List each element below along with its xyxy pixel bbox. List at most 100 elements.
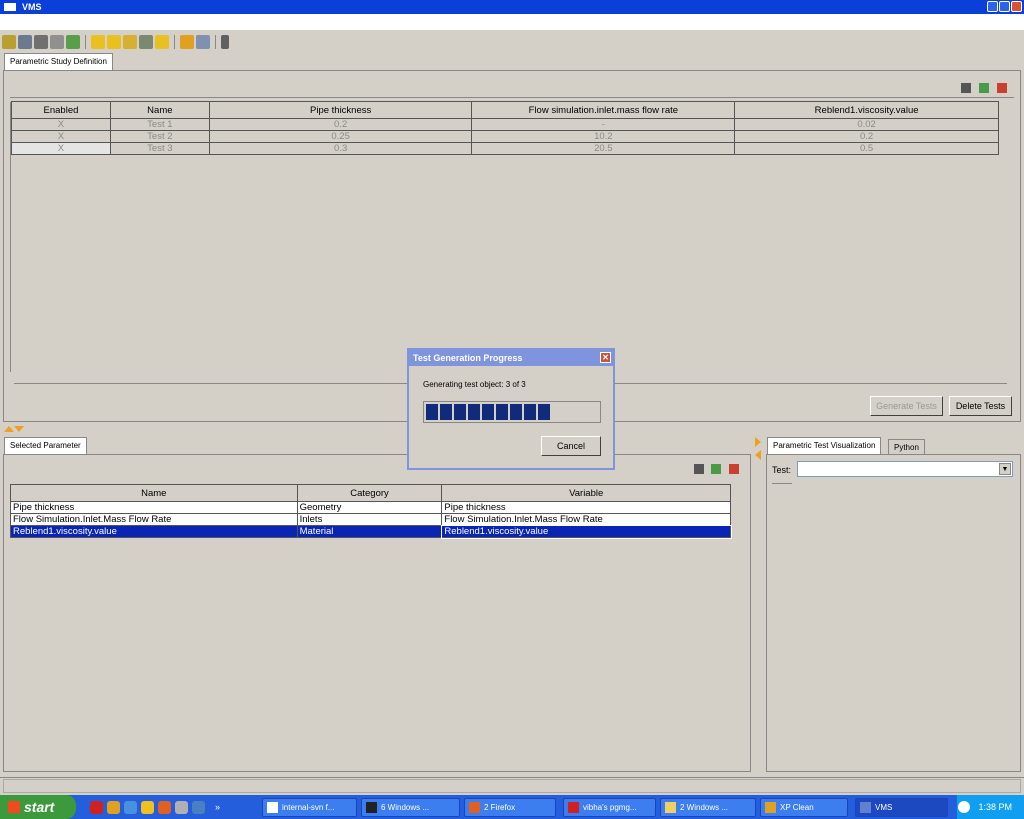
start-button[interactable]: start [0,795,76,819]
windows-logo-icon [8,801,20,813]
ie-icon[interactable] [124,800,137,814]
stop-icon[interactable] [221,35,229,49]
progress-segment [440,404,452,420]
table-cell[interactable]: Inlets [296,513,443,526]
expand-right-icon[interactable] [755,437,761,447]
column-header[interactable]: Reblend1.viscosity.value [734,101,999,119]
table-cell[interactable]: Flow Simulation.Inlet.Mass Flow Rate [441,513,731,526]
tab-selected-parameter[interactable]: Selected Parameter [4,437,87,455]
document-icon[interactable] [34,35,48,49]
folder-icon[interactable] [91,35,105,49]
progress-bar [423,401,601,423]
folder-add-icon[interactable] [123,35,137,49]
table-cell[interactable]: Pipe thickness [10,501,298,514]
table-cell[interactable]: Reblend1.viscosity.value [440,524,732,539]
folder-new-icon[interactable] [155,35,169,49]
table-cell[interactable]: Test 1 [109,118,210,131]
close-button[interactable] [1011,1,1022,12]
table-cell[interactable]: 0.3 [208,142,473,155]
python-icon[interactable] [192,800,205,814]
table-row[interactable]: Reblend1.viscosity.value Material Reblend1… [10,524,732,539]
table-cell[interactable]: 0.02 [734,118,999,131]
dialog-close-icon[interactable]: ✕ [600,352,611,363]
save-icon[interactable] [961,83,971,93]
firefox-icon[interactable] [158,800,171,814]
task-label: XP Clean [780,803,814,812]
tab-parametric-study-definition[interactable]: Parametric Study Definition [4,53,113,71]
table-cell[interactable]: X [11,130,111,143]
open-project-icon[interactable] [2,35,16,49]
task-vms[interactable]: VMS [855,798,948,817]
save-icon[interactable] [694,464,704,474]
table-row[interactable]: X Test 2 0.25 10.2 0.2 [11,130,999,143]
add-row-icon[interactable] [979,83,989,93]
jedit-icon[interactable] [107,800,120,814]
table-row[interactable]: Pipe thickness Geometry Pipe thickness [10,501,731,514]
column-header[interactable]: Name [109,101,210,119]
delete-tests-button[interactable]: Delete Tests [949,396,1012,416]
table-cell[interactable]: Test 2 [109,130,210,143]
chevron-down-icon[interactable]: ▼ [999,463,1011,475]
table-cell[interactable]: - [471,118,736,131]
table-cell[interactable]: 10.2 [471,130,736,143]
quicklaunch-overflow-icon[interactable]: » [215,802,220,812]
table-cell[interactable]: Test 3 [109,142,210,155]
table-cell[interactable]: Pipe thickness [441,501,731,514]
collapse-up-icon[interactable] [4,426,14,432]
restore-button[interactable] [999,1,1010,12]
column-header[interactable]: Name [10,484,298,502]
tray-arrow-icon[interactable] [958,801,971,813]
package-icon[interactable] [66,35,80,49]
table-cell[interactable]: Reblend1.viscosity.value [10,525,298,538]
dialog-message: Generating test object: 3 of 3 [423,380,526,389]
column-header[interactable]: Variable [441,484,731,502]
app-icon [860,802,871,813]
table-row[interactable]: X Test 1 0.2-0.02 [11,118,999,131]
expand-down-icon[interactable] [14,426,24,432]
table-cell[interactable]: 0.2 [734,130,999,143]
add-row-icon[interactable] [711,464,721,474]
task-xp-clean[interactable]: XP Clean [760,798,848,817]
column-header[interactable]: Pipe thickness [208,101,473,119]
folder-edit-icon[interactable] [139,35,153,49]
media-icon[interactable] [175,800,188,814]
app-icon [568,802,579,813]
delete-row-icon[interactable] [729,464,739,474]
task-firefox[interactable]: 2 Firefox [464,798,556,817]
task-2-windows[interactable]: 2 Windows ... [660,798,756,817]
cancel-button[interactable]: Cancel [541,436,601,456]
table-cell[interactable]: 0.5 [734,142,999,155]
table-cell[interactable]: X [11,118,111,131]
delete-row-icon[interactable] [997,83,1007,93]
task-internal-svn[interactable]: internal-svn f... [262,798,357,817]
export-icon[interactable] [196,35,210,49]
column-header[interactable]: Enabled [11,101,111,119]
table-cell[interactable]: X [11,142,111,155]
table-cell[interactable]: 0.2 [208,118,473,131]
tab-parametric-test-visualization[interactable]: Parametric Test Visualization [767,437,882,455]
task-vibha[interactable]: vibha's pgmg... [563,798,656,817]
minimize-button[interactable] [987,1,998,12]
test-select[interactable]: ▼ [797,461,1013,477]
table-cell[interactable]: 0.25 [208,130,473,143]
tools-icon[interactable] [50,35,64,49]
build-icon[interactable] [18,35,32,49]
column-header[interactable]: Category [296,484,443,502]
task-6-windows[interactable]: 6 Windows ... [361,798,460,817]
acrobat-icon[interactable] [90,800,103,814]
program-icon[interactable] [141,800,154,814]
toolbar-separator [85,35,86,49]
table-cell[interactable]: Material [296,525,443,538]
table-cell[interactable]: Flow Simulation.Inlet.Mass Flow Rate [10,513,298,526]
generate-tests-button[interactable]: Generate Tests [870,396,943,416]
collapse-left-icon[interactable] [755,450,761,460]
folder-open-icon[interactable] [107,35,121,49]
column-header[interactable]: Flow simulation.inlet.mass flow rate [471,101,736,119]
tab-python[interactable]: Python [888,439,925,455]
table-cell[interactable]: Geometry [296,501,443,514]
firefox-icon [469,802,480,813]
table-cell[interactable]: 20.5 [471,142,736,155]
table-row[interactable]: Flow Simulation.Inlet.Mass Flow Rate Inle… [10,513,731,526]
table-row[interactable]: X Test 3 0.3 20.5 0.5 [11,142,999,155]
run-icon[interactable] [180,35,194,49]
